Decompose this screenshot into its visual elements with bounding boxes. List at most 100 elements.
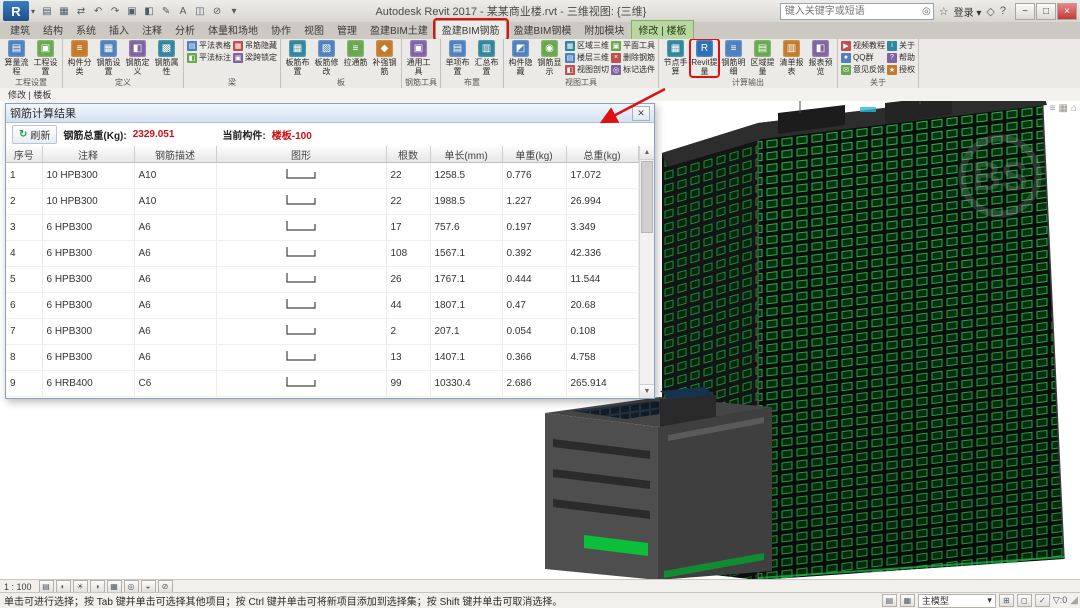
tab-structure[interactable]: 结构 [37, 21, 69, 39]
refresh-button[interactable]: ↻ 刷新 [12, 125, 57, 144]
maximize-button[interactable]: □ [1036, 3, 1056, 20]
beam-span-lock-button[interactable]: ▣梁跨锁定 [233, 52, 277, 63]
dialog-title-bar[interactable]: 钢筋计算结果 ✕ [6, 104, 654, 123]
mark-select-button[interactable]: ◎标记选件 [611, 64, 655, 75]
text-icon[interactable]: A [175, 3, 191, 19]
general-tools-button[interactable]: ▣通用工具 [405, 40, 432, 76]
table-row[interactable]: 66 HPB300A6441807.10.4720.68 [6, 293, 638, 319]
table-row[interactable]: 46 HPB300A61081567.10.39242.336 [6, 241, 638, 267]
rebar-settings-button[interactable]: ▦钢筋设置 [95, 40, 122, 76]
resize-grip[interactable]: ◢ [1070, 595, 1078, 606]
tab-collaborate[interactable]: 协作 [265, 21, 297, 39]
strengthen-rebar-button[interactable]: ◆补强钢筋 [371, 40, 398, 76]
exclude-options-icon[interactable]: ◻ [1017, 594, 1032, 607]
table-row[interactable]: 36 HPB300A617757.60.1973.349 [6, 215, 638, 241]
report-preview-button[interactable]: ◧报表预览 [807, 40, 834, 76]
measure-icon[interactable]: ◧ [141, 3, 157, 19]
exchange-apps-icon[interactable]: ◇ [986, 5, 994, 18]
home-icon[interactable]: ⌂ [1071, 103, 1077, 114]
tab-insert[interactable]: 插入 [103, 21, 135, 39]
save-icon[interactable]: ▦ [56, 3, 72, 19]
column-header[interactable]: 钢筋描述 [134, 146, 216, 163]
redo-icon[interactable]: ↷ [107, 3, 123, 19]
table-row[interactable]: 210 HPB300A10221988.51.22726.994 [6, 189, 638, 215]
project-settings-button[interactable]: ▣工程设置 [32, 40, 59, 76]
component-hide-button[interactable]: ◩构件隐藏 [507, 40, 534, 76]
tab-analyze[interactable]: 分析 [169, 21, 201, 39]
search-box[interactable]: ◎ [780, 3, 934, 20]
section-icon[interactable]: ⊘ [209, 3, 225, 19]
tab-systems[interactable]: 系统 [70, 21, 102, 39]
about-button[interactable]: i关于 [887, 40, 915, 51]
column-header[interactable]: 单重(kg) [502, 146, 566, 163]
open-icon[interactable]: ▤ [39, 3, 55, 19]
search-input[interactable] [783, 5, 922, 18]
scroll-up-icon[interactable]: ▲ [640, 146, 654, 160]
default-3d-view-icon[interactable]: ◫ [192, 3, 208, 19]
hanger-hide-button[interactable]: ▦吊筋隐藏 [233, 40, 277, 51]
minimize-button[interactable]: − [1015, 3, 1035, 20]
tab-manage[interactable]: 管理 [331, 21, 363, 39]
rebar-define-button[interactable]: ◧钢筋定义 [124, 40, 151, 76]
feedback-button[interactable]: ✉意见反馈 [841, 64, 885, 75]
list-report-button[interactable]: ▥清单报表 [778, 40, 805, 76]
tab-yjk-bim-formwork[interactable]: 盈建BIM钢模 [508, 21, 578, 39]
column-header[interactable]: 总重(kg) [566, 146, 638, 163]
rebar-show-button[interactable]: ◉钢筋显示 [536, 40, 563, 76]
slab-rebar-edit-button[interactable]: ▨板筋修改 [313, 40, 340, 76]
node-calc-button[interactable]: ▦节点手算 [662, 40, 689, 76]
drawing-area[interactable]: BS ≡ ▦ ⌂ 钢筋计算结果 ✕ ↻ 刷新 钢筋总重(Kg): 2329.05… [0, 101, 1080, 580]
scroll-thumb[interactable] [641, 161, 653, 233]
tab-massing-site[interactable]: 体量和场地 [202, 21, 264, 39]
steering-wheel-icon[interactable]: ≡ [1050, 103, 1056, 114]
editable-only-icon[interactable]: ⊞ [999, 594, 1014, 607]
through-rebar-button[interactable]: ≡拉通筋 [342, 40, 369, 76]
table-scrollbar[interactable]: ▲ ▼ [639, 146, 654, 398]
design-option-select[interactable]: 主模型▾ [918, 594, 996, 608]
tab-modify-contextual[interactable]: 修改 | 楼板 [631, 20, 693, 39]
help-button[interactable]: ?帮助 [887, 52, 915, 63]
component-category-button[interactable]: ≡构件分类 [66, 40, 93, 76]
tab-view[interactable]: 视图 [298, 21, 330, 39]
search-icon[interactable]: ◎ [922, 6, 931, 17]
floor-3d-button[interactable]: ▤楼层三维 [565, 52, 609, 63]
help-icon[interactable]: ? [1000, 5, 1006, 17]
table-row[interactable]: 56 HPB300A6261767.10.44411.544 [6, 267, 638, 293]
view-scale[interactable]: 1 : 100 [4, 582, 32, 592]
revit-quantity-button[interactable]: RRevit提量 [691, 40, 718, 76]
beam-table-button[interactable]: ▤平法表格 [187, 40, 231, 51]
revit-app-button[interactable]: R [3, 1, 29, 21]
design-options-icon[interactable]: ▦ [900, 594, 915, 607]
quantity-flow-button[interactable]: ▤算量流程 [3, 40, 30, 76]
tab-add-ins[interactable]: 附加模块 [578, 21, 630, 39]
single-place-button[interactable]: ▤单项布置 [444, 40, 471, 76]
qq-group-button[interactable]: ●QQ群 [841, 52, 885, 63]
favorites-icon[interactable]: ☆ [939, 5, 949, 18]
column-header[interactable]: 图形 [216, 146, 386, 163]
scroll-down-icon[interactable]: ▼ [640, 384, 654, 398]
column-header[interactable]: 根数 [386, 146, 430, 163]
column-header[interactable]: 注释 [42, 146, 134, 163]
signin-button[interactable]: 登录 ▾ [954, 4, 982, 19]
batch-place-button[interactable]: ▥汇总布置 [473, 40, 500, 76]
license-button[interactable]: ★授权 [887, 64, 915, 75]
sync-icon[interactable]: ⇄ [73, 3, 89, 19]
filter-icon[interactable]: ▽:0 [1053, 595, 1067, 606]
column-header[interactable]: 单长(mm) [430, 146, 502, 163]
table-row[interactable]: 96 HRB400C69910330.42.686265.914 [6, 371, 638, 397]
plan-tools-button[interactable]: ▣平面工具 [611, 40, 655, 51]
rebar-properties-button[interactable]: ▩钢筋属性 [153, 40, 180, 76]
worksharing-icon[interactable]: ▤ [882, 594, 897, 607]
slab-rebar-place-button[interactable]: ▦板筋布置 [284, 40, 311, 76]
annotate-icon[interactable]: ✎ [158, 3, 174, 19]
delete-rebar-button[interactable]: ×删除钢筋 [611, 52, 655, 63]
tab-annotate[interactable]: 注释 [136, 21, 168, 39]
view-section-button[interactable]: ◧视图剖切 [565, 64, 609, 75]
region-3d-button[interactable]: ▦区域三维 [565, 40, 609, 51]
undo-icon[interactable]: ↶ [90, 3, 106, 19]
press-drag-icon[interactable]: ✓ [1035, 594, 1050, 607]
tab-architecture[interactable]: 建筑 [4, 21, 36, 39]
region-quantity-button[interactable]: ▤区域提量 [749, 40, 776, 76]
dialog-close-icon[interactable]: ✕ [632, 106, 650, 121]
print-icon[interactable]: ▣ [124, 3, 140, 19]
